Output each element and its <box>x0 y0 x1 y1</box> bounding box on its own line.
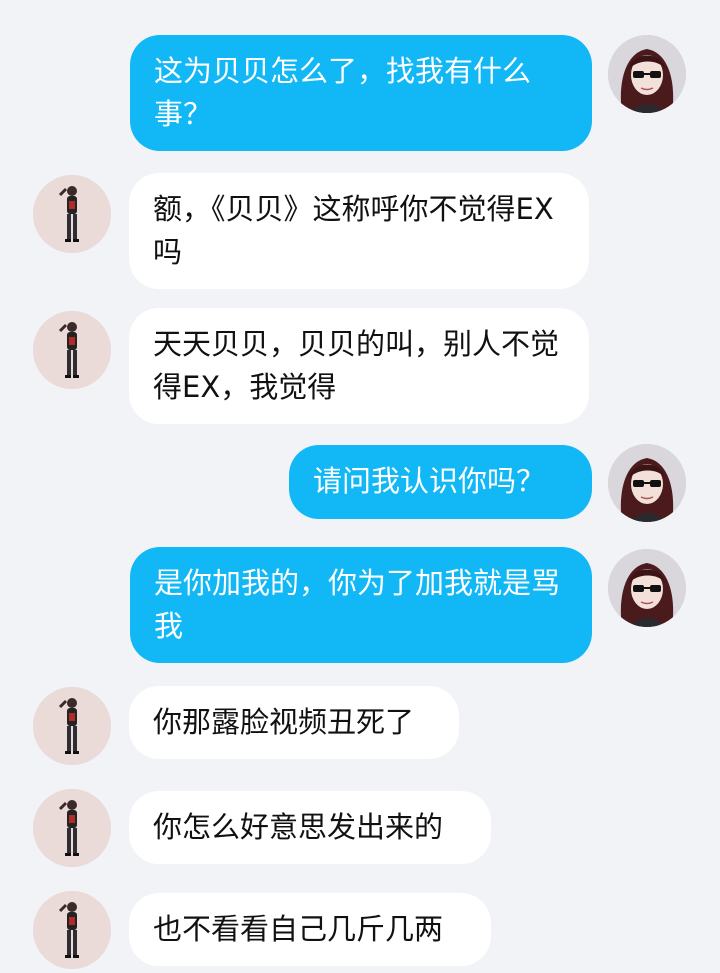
self-avatar-icon[interactable] <box>608 549 686 627</box>
message-bubble[interactable]: 也不看看自己几斤几两 <box>129 893 491 966</box>
other-avatar-icon[interactable] <box>33 891 111 969</box>
message-row: 天天贝贝，贝贝的叫，别人不觉得EX，我觉得 <box>0 308 720 424</box>
message-bubble[interactable]: 你怎么好意思发出来的 <box>129 791 491 864</box>
message-row: 你怎么好意思发出来的 <box>0 789 720 867</box>
message-bubble[interactable]: 你那露脸视频丑死了 <box>129 686 459 759</box>
other-avatar-icon[interactable] <box>33 175 111 253</box>
message-row: 请问我认识你吗？ <box>0 444 720 522</box>
message-bubble[interactable]: 这为贝贝怎么了，找我有什么事？ <box>130 35 592 151</box>
message-bubble[interactable]: 天天贝贝，贝贝的叫，别人不觉得EX，我觉得 <box>129 308 589 424</box>
message-row: 额，《贝贝》这称呼你不觉得EX吗 <box>0 173 720 289</box>
message-bubble[interactable]: 请问我认识你吗？ <box>289 445 592 519</box>
message-row: 也不看看自己几斤几两 <box>0 891 720 973</box>
other-avatar-icon[interactable] <box>33 311 111 389</box>
self-avatar-icon[interactable] <box>608 35 686 113</box>
message-row: 是你加我的，你为了加我就是骂我 <box>0 547 720 663</box>
message-row: 你那露脸视频丑死了 <box>0 686 720 765</box>
other-avatar-icon[interactable] <box>33 789 111 867</box>
message-row: 这为贝贝怎么了，找我有什么事？ <box>0 35 720 151</box>
self-avatar-icon[interactable] <box>608 444 686 522</box>
message-bubble[interactable]: 是你加我的，你为了加我就是骂我 <box>130 547 592 663</box>
other-avatar-icon[interactable] <box>33 687 111 765</box>
message-bubble[interactable]: 额，《贝贝》这称呼你不觉得EX吗 <box>129 173 589 289</box>
chat-window: 这为贝贝怎么了，找我有什么事？ 额，《贝贝》这称呼你不觉得EX吗 天天贝贝，贝贝… <box>0 0 720 969</box>
